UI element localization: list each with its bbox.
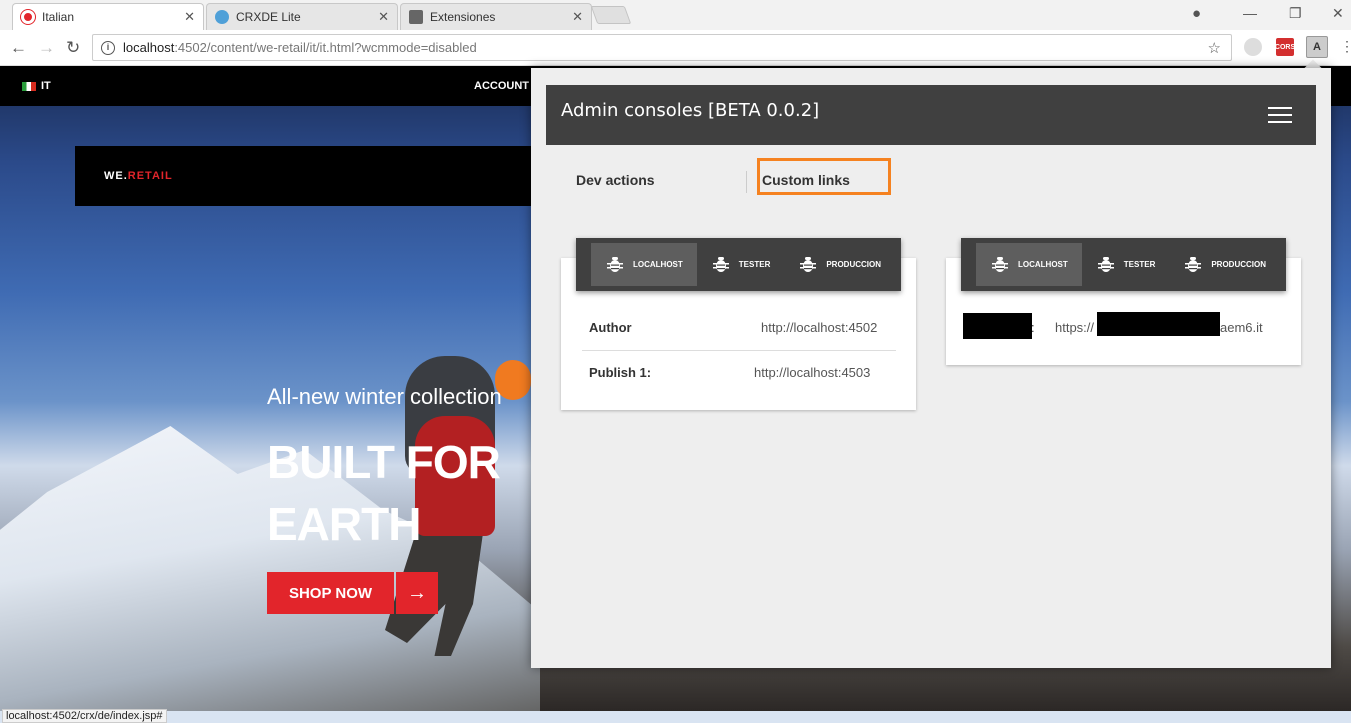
publish-link[interactable]: http://localhost:4503: [754, 365, 870, 380]
browser-tab-bar: Italian ✕ CRXDE Lite ✕ Extensiones ✕ ● —…: [0, 0, 1351, 30]
env-toolbar-left: LOCALHOST TESTER PRODUCCION: [576, 238, 901, 291]
reload-icon[interactable]: ↻: [66, 38, 80, 58]
puzzle-icon: [409, 10, 423, 24]
url-text: localhost:4502/content/we-retail/it/it.h…: [123, 40, 477, 55]
menu-kebab-icon[interactable]: ⋮: [1340, 38, 1351, 55]
account-link[interactable]: ACCOUNT: [474, 80, 529, 92]
close-tab-icon[interactable]: ✕: [184, 9, 195, 25]
tab-extensions[interactable]: Extensiones ✕: [400, 3, 592, 30]
env-button-tester[interactable]: TESTER: [1082, 243, 1170, 286]
env-label: LOCALHOST: [633, 260, 683, 269]
close-tab-icon[interactable]: ✕: [378, 9, 389, 25]
env-button-localhost[interactable]: LOCALHOST: [591, 243, 697, 286]
author-label: Author: [589, 320, 632, 335]
tab-crxde[interactable]: CRXDE Lite ✕: [206, 3, 398, 30]
bug-icon: [992, 257, 1008, 272]
italy-flag-icon: [22, 82, 36, 91]
browser-toolbar: ← → ↻ i localhost:4502/content/we-retail…: [0, 30, 1351, 66]
tab-label: Extensiones: [430, 10, 496, 24]
address-bar[interactable]: i localhost:4502/content/we-retail/it/it…: [92, 34, 1232, 61]
new-tab-button[interactable]: [590, 6, 632, 24]
tab-divider: [746, 171, 747, 193]
row-separator: :: [1031, 320, 1035, 335]
tab-label: Italian: [42, 10, 75, 24]
admin-consoles-extension-icon[interactable]: A: [1306, 36, 1328, 58]
env-button-localhost[interactable]: LOCALHOST: [976, 243, 1082, 286]
status-bar: localhost:4502/crx/de/index.jsp#: [0, 709, 1351, 723]
env-label: PRODUCCION: [1211, 260, 1267, 269]
env-button-produccion[interactable]: PRODUCCION: [784, 243, 895, 286]
popup-title: Admin consoles [BETA 0.0.2]: [561, 100, 820, 121]
highlight-box: [757, 158, 891, 195]
env-button-tester[interactable]: TESTER: [697, 243, 785, 286]
tab-dev-actions[interactable]: Dev actions: [576, 172, 655, 188]
link-prefix[interactable]: https://: [1055, 320, 1094, 335]
tab-label: CRXDE Lite: [236, 10, 301, 24]
author-link[interactable]: http://localhost:4502: [761, 320, 877, 335]
env-label: LOCALHOST: [1018, 260, 1068, 269]
link-suffix[interactable]: aem6.it: [1220, 320, 1263, 335]
hero-subtitle: All-new winter collection: [267, 384, 502, 409]
close-tab-icon[interactable]: ✕: [572, 9, 583, 25]
row-divider: [582, 350, 896, 351]
popup-app-bar: Admin consoles [BETA 0.0.2]: [546, 85, 1316, 145]
minimize-icon[interactable]: —: [1243, 5, 1257, 21]
brand-header: WE.RETAIL: [75, 146, 535, 206]
forward-icon[interactable]: →: [38, 38, 55, 58]
bug-icon: [1185, 257, 1202, 272]
close-window-icon[interactable]: ✕: [1332, 5, 1344, 22]
bug-icon: [1097, 257, 1114, 272]
shop-now-button[interactable]: SHOP NOW: [267, 572, 394, 614]
env-button-produccion[interactable]: PRODUCCION: [1169, 243, 1280, 286]
site-favicon-icon: [21, 10, 35, 24]
admin-consoles-popup: Admin consoles [BETA 0.0.2] Dev actions …: [531, 68, 1331, 668]
publish-label: Publish 1:: [589, 365, 652, 380]
env-toolbar-right: LOCALHOST TESTER PRODUCCION: [961, 238, 1286, 291]
extension-icon[interactable]: [1244, 38, 1262, 56]
hamburger-menu-icon[interactable]: [1268, 107, 1292, 123]
env-label: TESTER: [1123, 260, 1156, 269]
restore-icon[interactable]: ❐: [1289, 5, 1302, 22]
bug-icon: [800, 257, 817, 272]
crxde-favicon-icon: [215, 10, 229, 24]
env-label: TESTER: [738, 260, 771, 269]
brand-logo[interactable]: WE.RETAIL: [104, 170, 173, 182]
redacted-label: [963, 313, 1032, 339]
tab-italian[interactable]: Italian ✕: [12, 3, 204, 30]
arrow-right-icon[interactable]: →: [396, 572, 438, 614]
bug-icon: [607, 257, 623, 272]
status-url: localhost:4502/crx/de/index.jsp#: [2, 709, 167, 723]
language-selector[interactable]: IT: [41, 80, 51, 92]
env-label: PRODUCCION: [826, 260, 882, 269]
redacted-hostname: [1097, 312, 1220, 336]
cors-extension-icon[interactable]: CORS: [1275, 38, 1295, 56]
back-icon[interactable]: ←: [10, 38, 27, 58]
hero-title: BUILT FOR EARTH: [267, 436, 501, 550]
bug-icon: [712, 257, 729, 272]
profile-icon[interactable]: ●: [1192, 5, 1201, 22]
bookmark-star-icon[interactable]: ☆: [1208, 39, 1221, 57]
info-icon[interactable]: i: [101, 40, 115, 55]
